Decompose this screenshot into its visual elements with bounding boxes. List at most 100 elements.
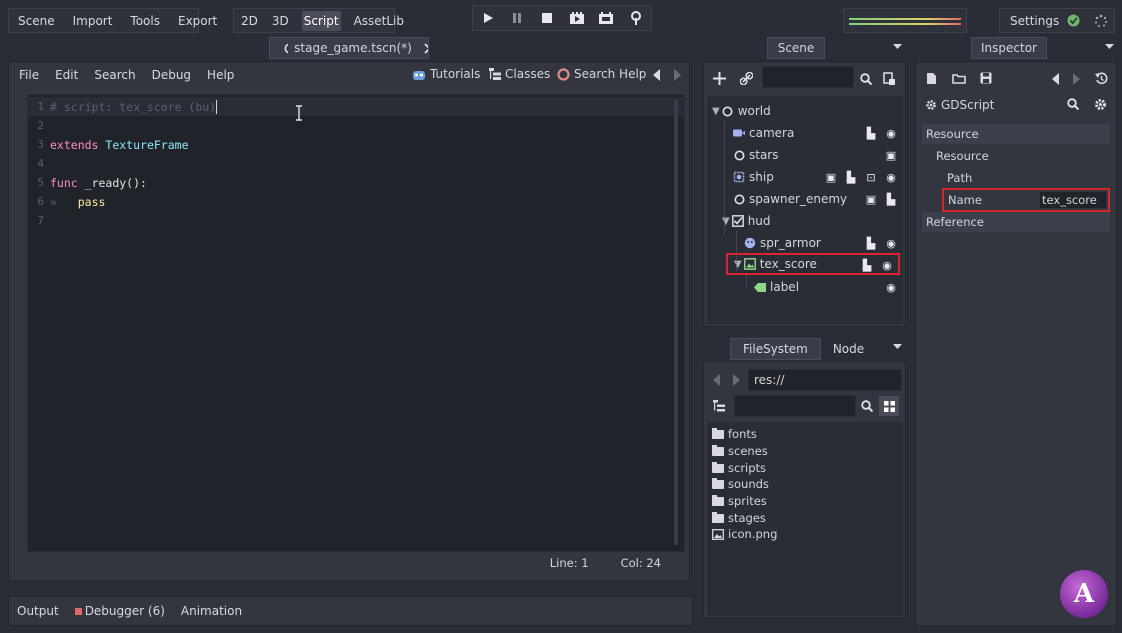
search-icon[interactable]	[860, 73, 872, 85]
tree-node-spawner-enemy[interactable]: spawner_enemy ▣ ▙	[708, 188, 902, 210]
file-item-scenes[interactable]: scenes	[712, 443, 768, 459]
script-menu-search[interactable]: Search	[88, 68, 141, 82]
open-scene-icon[interactable]: ▣	[884, 147, 898, 163]
dock-menu-icon[interactable]	[893, 44, 902, 50]
tree-node-tex-score[interactable]: ▼ tex_score ▙ ◉	[726, 253, 900, 275]
link-icon[interactable]	[740, 72, 753, 85]
close-icon[interactable]	[424, 42, 428, 54]
chevron-right-icon[interactable]	[674, 69, 682, 81]
open-scene-icon[interactable]: ▣	[864, 191, 878, 207]
file-item-stages[interactable]: stages	[712, 510, 766, 526]
classes-button[interactable]: Classes	[489, 67, 550, 81]
chevron-left-icon[interactable]	[713, 374, 720, 386]
debugger-tab[interactable]: Debugger (6)	[74, 604, 165, 618]
main-menu-bar: Scene Import Tools Export	[8, 8, 217, 33]
search-help-button[interactable]: Search Help	[557, 67, 646, 81]
file-item-fonts[interactable]: fonts	[712, 426, 757, 442]
section-resource[interactable]: Resource	[922, 124, 1110, 144]
file-item-scripts[interactable]: scripts	[712, 460, 766, 476]
object-settings-icon[interactable]	[1094, 98, 1107, 111]
path-text: res://	[754, 373, 785, 387]
node-filter-input[interactable]	[762, 66, 854, 88]
add-node-icon[interactable]	[713, 72, 726, 85]
history-forward-icon[interactable]	[1073, 73, 1080, 85]
instance-scene-icon[interactable]	[883, 72, 896, 86]
stop-icon[interactable]	[539, 10, 555, 26]
script-menu-edit[interactable]: Edit	[49, 68, 84, 82]
tree-node-spr-armor[interactable]: spr_armor ▙ ◉	[708, 232, 902, 254]
open-scene-icon[interactable]: ▣	[824, 169, 838, 185]
path-field[interactable]: res://	[748, 369, 902, 391]
visibility-eye-icon[interactable]: ◉	[880, 257, 894, 273]
workspace-3d[interactable]: 3D	[265, 14, 296, 28]
tree-node-hud[interactable]: ▼ hud	[708, 210, 902, 232]
collapse-arrow-icon[interactable]: ▼	[712, 106, 720, 117]
search-icon[interactable]	[1067, 98, 1079, 110]
grid-view-button[interactable]	[879, 396, 899, 416]
visibility-eye-icon[interactable]: ◉	[884, 279, 898, 295]
script-menu-debug[interactable]: Debug	[146, 68, 197, 82]
code-editor[interactable]: 1 # script: tex_score (bu) 2 3 extends T…	[27, 94, 685, 552]
workspace-assetlib[interactable]: AssetLib	[347, 14, 411, 28]
group-icon[interactable]: ⊡	[864, 169, 878, 185]
editor-scrollbar[interactable]	[674, 99, 678, 545]
tree-node-label-node[interactable]: label ◉	[708, 276, 902, 298]
pause-icon[interactable]	[509, 10, 525, 26]
workspace-script[interactable]: Script	[301, 10, 341, 31]
file-item-sprites[interactable]: sprites	[712, 493, 767, 509]
property-path[interactable]: Path	[922, 168, 1110, 188]
script-icon[interactable]: ▙	[864, 235, 878, 251]
tree-node-ship[interactable]: ship ▣ ▙ ⊡ ◉	[708, 166, 902, 188]
inspector-dock-tab[interactable]: Inspector	[971, 37, 1047, 59]
chevron-right-icon[interactable]	[733, 374, 740, 386]
scene-file-tab[interactable]: stage_game.tscn(*)	[269, 37, 429, 59]
play-scene-icon[interactable]	[569, 10, 585, 26]
script-menu-file[interactable]: File	[13, 68, 45, 82]
menu-scene[interactable]: Scene	[9, 14, 64, 28]
visibility-eye-icon[interactable]: ◉	[884, 169, 898, 185]
dock-menu-icon[interactable]	[893, 344, 902, 350]
subsection-resource[interactable]: Resource	[922, 146, 1110, 166]
tree-node-label: spawner_enemy	[749, 192, 848, 206]
search-icon[interactable]	[861, 400, 873, 412]
script-icon[interactable]: ▙	[860, 257, 874, 273]
scene-dock-tab[interactable]: Scene	[767, 37, 825, 59]
save-icon[interactable]	[980, 72, 992, 84]
file-item-sounds[interactable]: sounds	[712, 476, 769, 492]
script-icon[interactable]: ▙	[884, 191, 898, 207]
new-resource-icon[interactable]	[926, 72, 937, 85]
dock-menu-icon[interactable]	[1105, 44, 1114, 50]
node-circle-icon	[284, 43, 289, 53]
tab-filesystem[interactable]: FileSystem	[730, 338, 821, 360]
tree-node-world[interactable]: ▼ world	[708, 100, 902, 122]
script-icon[interactable]: ▙	[864, 125, 878, 141]
tab-node[interactable]: Node	[821, 338, 876, 360]
menu-tools[interactable]: Tools	[121, 14, 169, 28]
script-menu-help[interactable]: Help	[201, 68, 240, 82]
open-folder-icon[interactable]	[952, 73, 966, 84]
output-tab[interactable]: Output	[17, 604, 59, 618]
tree-node-stars[interactable]: stars ▣	[708, 144, 902, 166]
tree-node-camera[interactable]: camera ▙ ◉	[708, 122, 902, 144]
chevron-left-icon[interactable]	[653, 69, 661, 81]
visibility-eye-icon[interactable]: ◉	[884, 235, 898, 251]
name-field[interactable]: tex_score	[1040, 192, 1106, 208]
history-icon[interactable]	[1095, 72, 1108, 85]
tree-view-icon[interactable]	[713, 400, 725, 412]
history-back-icon[interactable]	[1052, 73, 1059, 85]
menu-import[interactable]: Import	[64, 14, 122, 28]
classes-label: Classes	[505, 67, 551, 81]
menu-export[interactable]: Export	[169, 14, 226, 28]
remote-debug-icon[interactable]	[628, 10, 644, 26]
script-icon[interactable]: ▙	[844, 169, 858, 185]
section-reference[interactable]: Reference	[922, 212, 1110, 232]
visibility-eye-icon[interactable]: ◉	[884, 125, 898, 141]
workspace-2d[interactable]: 2D	[234, 14, 265, 28]
animation-tab[interactable]: Animation	[181, 604, 242, 618]
file-item-icon-png[interactable]: icon.png	[712, 526, 777, 542]
play-custom-icon[interactable]	[598, 10, 614, 26]
play-icon[interactable]	[480, 10, 496, 26]
file-search-input[interactable]	[734, 395, 856, 417]
tutorials-button[interactable]: Tutorials	[412, 67, 480, 81]
settings-button[interactable]: Settings	[1010, 14, 1059, 28]
